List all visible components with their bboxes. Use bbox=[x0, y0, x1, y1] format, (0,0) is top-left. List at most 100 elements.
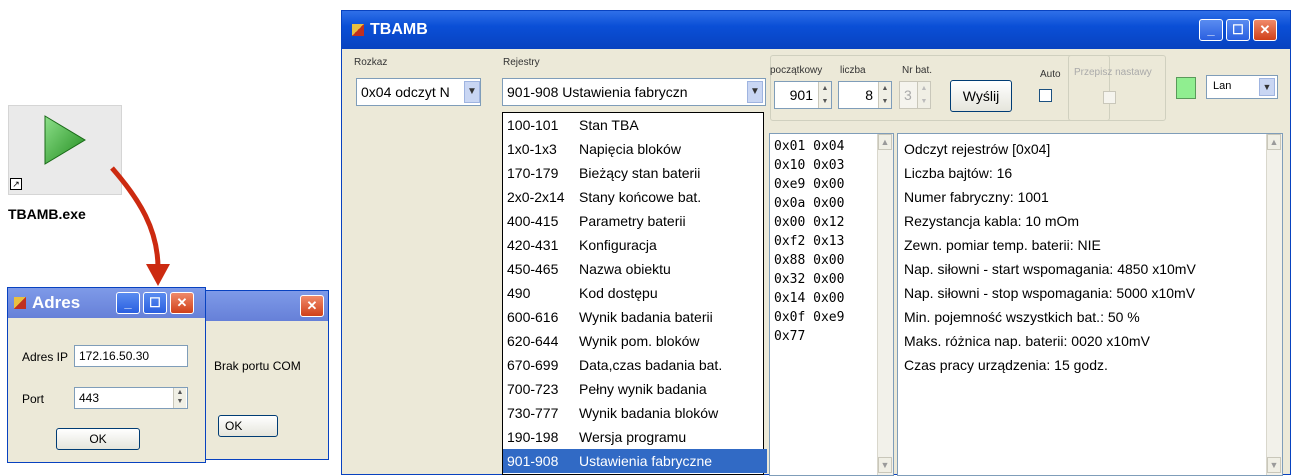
app-icon bbox=[352, 24, 364, 36]
send-button[interactable]: Wyślij bbox=[950, 80, 1012, 112]
adres-dialog-title: Adres bbox=[32, 293, 81, 312]
hex-scrollbar[interactable]: ▲ ▼ bbox=[877, 134, 893, 475]
app-icon bbox=[14, 297, 26, 309]
dropdown-item[interactable]: 620-644 Wynik pom. bloków bbox=[507, 329, 699, 353]
scroll-down-icon[interactable]: ▼ bbox=[1267, 457, 1281, 473]
chevron-down-icon[interactable]: ▼ bbox=[747, 81, 763, 103]
port-spinner[interactable]: ▲ ▼ bbox=[173, 388, 186, 408]
ip-input[interactable]: 172.16.50.30 bbox=[74, 345, 188, 367]
rozkaz-label: Rozkaz bbox=[354, 57, 388, 68]
liczba-label: liczba bbox=[840, 65, 866, 76]
dropdown-item[interactable]: 490 Kod dostępu bbox=[507, 281, 658, 305]
poczatkowy-stepper[interactable]: 901 ▲ ▼ bbox=[774, 81, 832, 109]
chevron-down-icon[interactable]: ▼ bbox=[1259, 78, 1275, 96]
hex-output[interactable]: 0x01 0x04 0x10 0x03 0xe9 0x00 0x0a 0x00 … bbox=[769, 133, 894, 476]
result-line: Numer fabryczny: 1001 bbox=[904, 189, 1049, 205]
dropdown-item[interactable]: 190-198 Wersja programu bbox=[507, 425, 686, 449]
rozkaz-value: 0x04 odczyt N bbox=[361, 84, 450, 100]
chevron-down-icon[interactable]: ▼ bbox=[464, 81, 480, 103]
result-scrollbar[interactable]: ▲ ▼ bbox=[1266, 134, 1282, 475]
hex-line: 0x14 0x00 bbox=[774, 291, 845, 306]
dropdown-item[interactable]: 600-616 Wynik badania baterii bbox=[507, 305, 713, 329]
poczatkowy-label: początkowy bbox=[770, 65, 823, 76]
spinner-icon[interactable]: ▲ ▼ bbox=[917, 82, 930, 108]
rejestry-value: 901-908 Ustawienia fabryczn bbox=[507, 84, 688, 100]
hex-line: 0xf2 0x13 bbox=[774, 234, 845, 249]
port-label: Port bbox=[22, 392, 45, 406]
dropdown-item[interactable]: 730-777 Wynik badania bloków bbox=[507, 401, 718, 425]
hex-line: 0x00 0x12 bbox=[774, 215, 845, 230]
result-line: Odczyt rejestrów [0x04] bbox=[904, 141, 1051, 157]
przepisz-label: Przepisz nastawy bbox=[1074, 67, 1152, 78]
adres-ok-button[interactable]: OK bbox=[56, 428, 140, 450]
result-output[interactable]: Odczyt rejestrów [0x04] Liczba bajtów: 1… bbox=[897, 133, 1283, 476]
liczba-stepper[interactable]: 8 ▲ ▼ bbox=[838, 81, 892, 109]
dropdown-item[interactable]: 400-415 Parametry baterii bbox=[507, 209, 686, 233]
rejestry-dropdown-list: 100-101 Stan TBA 1x0-1x3 Napięcia bloków 1… bbox=[502, 112, 767, 475]
play-icon bbox=[44, 115, 86, 165]
ip-label: Adres IP bbox=[22, 350, 69, 364]
desktop-icon-label: TBAMB.exe bbox=[8, 206, 86, 222]
main-window: TBAMB _ ☐ ✕ Rozkaz 0x04 odczyt N ▼ Rejes… bbox=[341, 10, 1291, 476]
dropdown-item[interactable]: 170-179 Bieżący stan baterii bbox=[507, 161, 700, 185]
close-button[interactable]: ✕ bbox=[170, 292, 194, 314]
dropdown-item-selected[interactable]: 901-908 Ustawienia fabryczne bbox=[503, 449, 767, 473]
com-ok-button[interactable]: OK bbox=[218, 415, 278, 437]
dropdown-item[interactable]: 670-699 Data,czas badania bat. bbox=[507, 353, 722, 377]
com-close-button[interactable]: ✕ bbox=[300, 295, 324, 317]
liczba-value: 8 bbox=[865, 87, 873, 103]
maximize-button[interactable]: ☐ bbox=[1226, 19, 1250, 41]
adres-dialog: Adres _ ☐ ✕ Adres IP 172.16.50.30 Port 4… bbox=[7, 287, 206, 463]
hex-line: 0x32 0x00 bbox=[774, 272, 845, 287]
spinner-icon[interactable]: ▲ ▼ bbox=[878, 82, 891, 108]
hex-line: 0x10 0x03 bbox=[774, 158, 845, 173]
result-line: Rezystancja kabla: 10 mOm bbox=[904, 213, 1080, 229]
dropdown-item[interactable]: 2x0-2x14 Stany końcowe bat. bbox=[507, 185, 701, 209]
rejestry-label: Rejestry bbox=[503, 57, 540, 68]
result-line: Nap. siłowni - stop wspomagania: 5000 x1… bbox=[904, 285, 1196, 301]
port-value: 443 bbox=[79, 391, 100, 405]
hex-line: 0x77 bbox=[774, 329, 806, 344]
close-button[interactable]: ✕ bbox=[1253, 19, 1277, 41]
result-line: Nap. siłowni - start wspomagania: 4850 x… bbox=[904, 261, 1196, 277]
shortcut-arrow-icon: ↗ bbox=[10, 178, 22, 190]
connection-select[interactable]: Lan ▼ bbox=[1206, 75, 1278, 99]
result-line: Czas pracy urządzenia: 15 godz. bbox=[904, 357, 1108, 373]
minimize-button[interactable]: _ bbox=[116, 292, 140, 314]
hex-line: 0x0a 0x00 bbox=[774, 196, 845, 211]
connection-value: Lan bbox=[1213, 80, 1232, 92]
minimize-button[interactable]: _ bbox=[1199, 19, 1223, 41]
scroll-down-icon[interactable]: ▼ bbox=[878, 457, 892, 473]
port-input[interactable]: 443 ▲ ▼ bbox=[74, 387, 188, 409]
result-line: Zewn. pomiar temp. baterii: NIE bbox=[904, 237, 1101, 253]
nr-bat-label: Nr bat. bbox=[902, 65, 933, 76]
dropdown-item[interactable]: 450-465 Nazwa obiektu bbox=[507, 257, 671, 281]
dropdown-item[interactable]: 700-723 Pełny wynik badania bbox=[507, 377, 707, 401]
auto-label: Auto bbox=[1040, 69, 1061, 80]
hex-line: 0xe9 0x00 bbox=[774, 177, 845, 192]
hex-line: 0x0f 0xe9 bbox=[774, 310, 845, 325]
auto-checkbox[interactable] bbox=[1039, 89, 1052, 102]
spinner-icon[interactable]: ▲ ▼ bbox=[818, 82, 831, 108]
przepisz-checkbox[interactable] bbox=[1103, 91, 1116, 104]
window-title: TBAMB bbox=[370, 21, 428, 38]
scroll-up-icon[interactable]: ▲ bbox=[1267, 134, 1281, 150]
main-titlebar: TBAMB bbox=[342, 11, 1290, 49]
nr-bat-stepper[interactable]: 3 ▲ ▼ bbox=[899, 81, 931, 109]
red-arrow-icon bbox=[110, 166, 170, 286]
rozkaz-select[interactable]: 0x04 odczyt N ▼ bbox=[356, 78, 481, 106]
dropdown-item[interactable]: 100-101 Stan TBA bbox=[507, 113, 639, 137]
status-indicator bbox=[1176, 77, 1196, 99]
rejestry-select[interactable]: 901-908 Ustawienia fabryczn ▼ bbox=[502, 78, 766, 106]
com-dialog: ✕ Brak portu COM OK bbox=[205, 290, 329, 460]
przepisz-group bbox=[1068, 55, 1166, 121]
result-line: Liczba bajtów: 16 bbox=[904, 165, 1013, 181]
com-message: Brak portu COM bbox=[214, 359, 301, 373]
dropdown-item[interactable]: 1x0-1x3 Napięcia bloków bbox=[507, 137, 681, 161]
maximize-button[interactable]: ☐ bbox=[143, 292, 167, 314]
dropdown-item[interactable]: 420-431 Konfiguracja bbox=[507, 233, 657, 257]
hex-line: 0x01 0x04 bbox=[774, 139, 845, 154]
scroll-up-icon[interactable]: ▲ bbox=[878, 134, 892, 150]
poczatkowy-value: 901 bbox=[789, 87, 813, 103]
hex-line: 0x88 0x00 bbox=[774, 253, 845, 268]
